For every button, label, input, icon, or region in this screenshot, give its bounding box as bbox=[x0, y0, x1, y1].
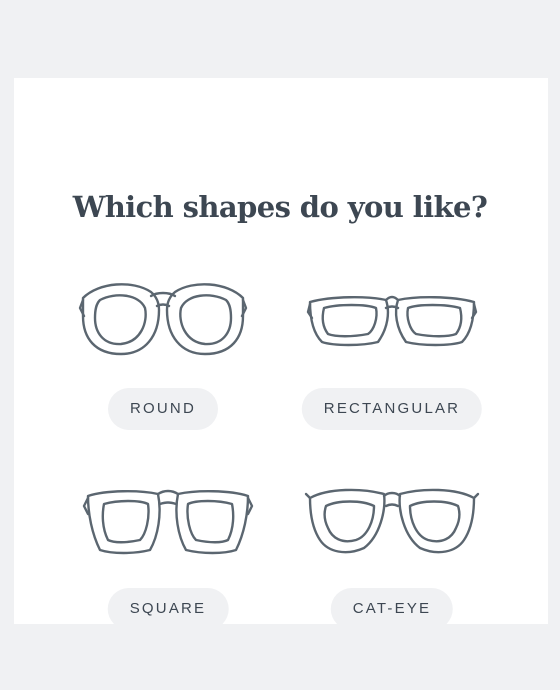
shape-option-round[interactable]: ROUND bbox=[53, 270, 273, 490]
shape-label-round[interactable]: ROUND bbox=[108, 388, 218, 430]
shape-option-square[interactable]: SQUARE bbox=[58, 470, 278, 690]
rectangular-glasses-icon bbox=[306, 295, 478, 347]
square-glasses-icon bbox=[82, 489, 254, 555]
shape-option-rectangular[interactable]: RECTANGULAR bbox=[282, 270, 502, 490]
shape-label-rectangular[interactable]: RECTANGULAR bbox=[301, 388, 483, 430]
shape-option-cat-eye[interactable]: CAT-EYE bbox=[282, 470, 502, 690]
round-glasses-icon bbox=[78, 283, 248, 356]
question-heading: Which shapes do you like? bbox=[72, 190, 488, 224]
cat-eye-glasses-icon bbox=[304, 488, 480, 554]
